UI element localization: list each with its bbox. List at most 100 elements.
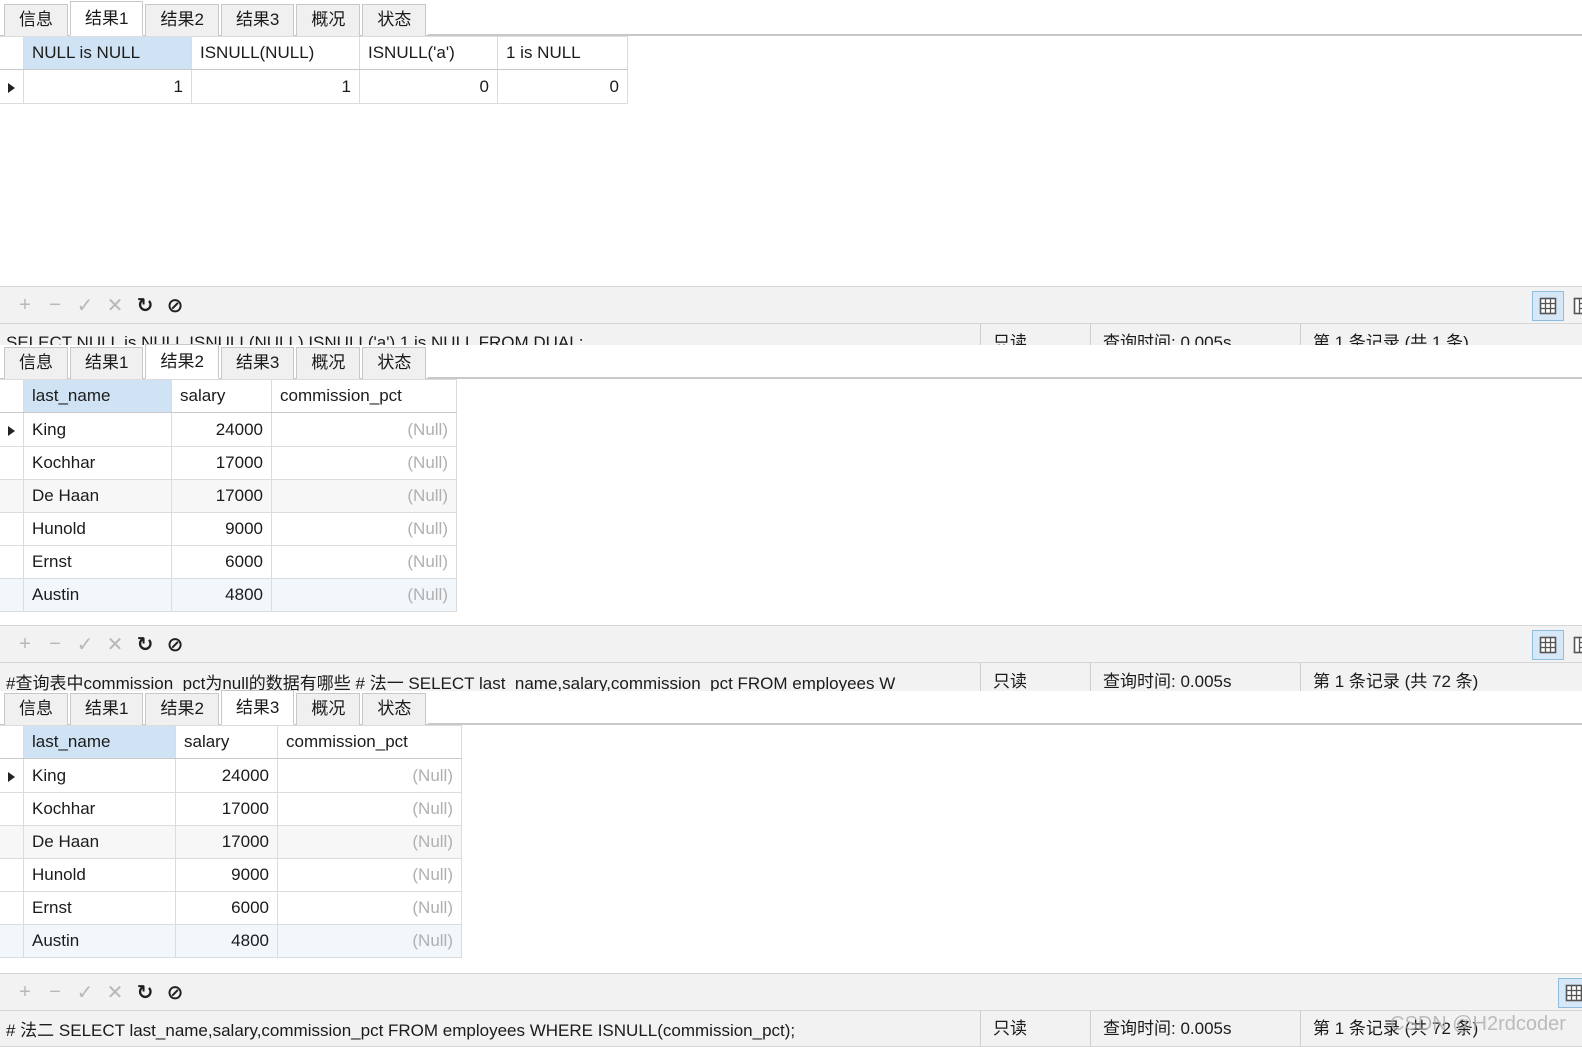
refresh-icon[interactable]: ↻ (130, 290, 160, 320)
cell-salary[interactable]: 17000 (171, 446, 272, 480)
tab-info[interactable]: 信息 (4, 4, 68, 36)
cell-commission-pct[interactable]: (Null) (277, 825, 462, 859)
column-header-null-is-null[interactable]: NULL is NULL (23, 36, 192, 70)
table-row[interactable]: Austin 4800 (Null) (0, 924, 462, 958)
tab-result3[interactable]: 结果3 (220, 690, 295, 725)
tab-profile[interactable]: 概况 (296, 347, 361, 379)
cell-last-name[interactable]: Hunold (23, 512, 172, 546)
grid-view-icon[interactable] (1532, 630, 1564, 660)
apply-change-icon[interactable]: ✓ (70, 977, 100, 1007)
tab-info[interactable]: 信息 (4, 347, 68, 379)
column-header-last-name[interactable]: last_name (23, 725, 176, 759)
delete-record-icon[interactable]: − (40, 977, 70, 1007)
cell-last-name[interactable]: Ernst (23, 891, 176, 925)
cell-commission-pct[interactable]: (Null) (277, 792, 462, 826)
cell-last-name[interactable]: Austin (23, 578, 172, 612)
result-grid-3[interactable]: last_name salary commission_pct King 240… (0, 725, 462, 958)
cancel-change-icon[interactable]: ✕ (100, 629, 130, 659)
tab-result2[interactable]: 结果2 (145, 344, 219, 379)
cell-commission-pct[interactable]: (Null) (277, 858, 462, 892)
cell-salary[interactable]: 9000 (171, 512, 272, 546)
cell-salary[interactable]: 6000 (175, 891, 278, 925)
cell-isnull-a[interactable]: 0 (359, 69, 498, 104)
table-row[interactable]: De Haan 17000 (Null) (0, 479, 457, 513)
cell-isnull-null[interactable]: 1 (191, 69, 360, 104)
cancel-change-icon[interactable]: ✕ (100, 977, 130, 1007)
cancel-change-icon[interactable]: ✕ (100, 290, 130, 320)
table-row[interactable]: King 24000 (Null) (0, 412, 457, 447)
cell-last-name[interactable]: De Haan (23, 825, 176, 859)
grid-view-icon[interactable] (1558, 978, 1582, 1008)
table-row[interactable]: King 24000 (Null) (0, 758, 462, 793)
cell-salary[interactable]: 24000 (171, 412, 272, 447)
stop-icon[interactable]: ⊘ (160, 977, 190, 1007)
cell-last-name[interactable]: De Haan (23, 479, 172, 513)
column-header-last-name[interactable]: last_name (23, 379, 172, 413)
column-header-salary[interactable]: salary (175, 725, 278, 759)
cell-salary[interactable]: 17000 (175, 825, 278, 859)
cell-last-name[interactable]: Kochhar (23, 792, 176, 826)
tab-status[interactable]: 状态 (362, 4, 427, 36)
cell-commission-pct[interactable]: (Null) (277, 891, 462, 925)
column-header-salary[interactable]: salary (171, 379, 272, 413)
tab-profile[interactable]: 概况 (296, 693, 361, 725)
add-record-icon[interactable]: + (10, 629, 40, 659)
cell-last-name[interactable]: Ernst (23, 545, 172, 579)
refresh-icon[interactable]: ↻ (130, 629, 160, 659)
cell-salary[interactable]: 24000 (175, 758, 278, 793)
tab-status[interactable]: 状态 (362, 693, 427, 725)
delete-record-icon[interactable]: − (40, 629, 70, 659)
cell-last-name[interactable]: Austin (23, 924, 176, 958)
tab-status[interactable]: 状态 (362, 347, 427, 379)
cell-commission-pct[interactable]: (Null) (271, 578, 457, 612)
apply-change-icon[interactable]: ✓ (70, 290, 100, 320)
tab-result1[interactable]: 结果1 (70, 1, 144, 36)
cell-null-is-null[interactable]: 1 (23, 69, 192, 104)
stop-icon[interactable]: ⊘ (160, 290, 190, 320)
cell-commission-pct[interactable]: (Null) (271, 545, 457, 579)
table-row[interactable]: De Haan 17000 (Null) (0, 825, 462, 859)
tab-profile[interactable]: 概况 (296, 4, 361, 36)
cell-salary[interactable]: 17000 (171, 479, 272, 513)
cell-last-name[interactable]: King (23, 758, 176, 793)
cell-salary[interactable]: 4800 (175, 924, 278, 958)
form-view-icon[interactable] (1566, 291, 1582, 321)
cell-salary[interactable]: 17000 (175, 792, 278, 826)
cell-commission-pct[interactable]: (Null) (277, 924, 462, 958)
cell-salary[interactable]: 9000 (175, 858, 278, 892)
grid-view-icon[interactable] (1532, 291, 1564, 321)
tab-result1[interactable]: 结果1 (70, 347, 144, 379)
add-record-icon[interactable]: + (10, 977, 40, 1007)
column-header-commission-pct[interactable]: commission_pct (277, 725, 462, 759)
column-header-commission-pct[interactable]: commission_pct (271, 379, 457, 413)
tab-result2[interactable]: 结果2 (145, 693, 219, 725)
table-row[interactable]: Hunold 9000 (Null) (0, 512, 457, 546)
cell-commission-pct[interactable]: (Null) (277, 758, 462, 793)
cell-commission-pct[interactable]: (Null) (271, 512, 457, 546)
refresh-icon[interactable]: ↻ (130, 977, 160, 1007)
cell-last-name[interactable]: King (23, 412, 172, 447)
column-header-1-is-null[interactable]: 1 is NULL (497, 36, 628, 70)
stop-icon[interactable]: ⊘ (160, 629, 190, 659)
apply-change-icon[interactable]: ✓ (70, 629, 100, 659)
cell-salary[interactable]: 4800 (171, 578, 272, 612)
cell-commission-pct[interactable]: (Null) (271, 446, 457, 480)
column-header-isnull-a[interactable]: ISNULL('a') (359, 36, 498, 70)
tab-result3[interactable]: 结果3 (220, 4, 295, 36)
table-row[interactable]: 1 1 0 0 (0, 69, 628, 104)
table-row[interactable]: Kochhar 17000 (Null) (0, 792, 462, 826)
table-row[interactable]: Hunold 9000 (Null) (0, 858, 462, 892)
add-record-icon[interactable]: + (10, 290, 40, 320)
result-grid-1[interactable]: NULL is NULL ISNULL(NULL) ISNULL('a') 1 … (0, 36, 628, 104)
table-row[interactable]: Kochhar 17000 (Null) (0, 446, 457, 480)
tab-result2[interactable]: 结果2 (145, 4, 219, 36)
cell-commission-pct[interactable]: (Null) (271, 479, 457, 513)
cell-commission-pct[interactable]: (Null) (271, 412, 457, 447)
tab-result3[interactable]: 结果3 (220, 347, 295, 379)
table-row[interactable]: Ernst 6000 (Null) (0, 891, 462, 925)
tab-result1[interactable]: 结果1 (70, 693, 144, 725)
result-grid-2[interactable]: last_name salary commission_pct King 240… (0, 379, 457, 612)
column-header-isnull-null[interactable]: ISNULL(NULL) (191, 36, 360, 70)
cell-salary[interactable]: 6000 (171, 545, 272, 579)
cell-last-name[interactable]: Kochhar (23, 446, 172, 480)
